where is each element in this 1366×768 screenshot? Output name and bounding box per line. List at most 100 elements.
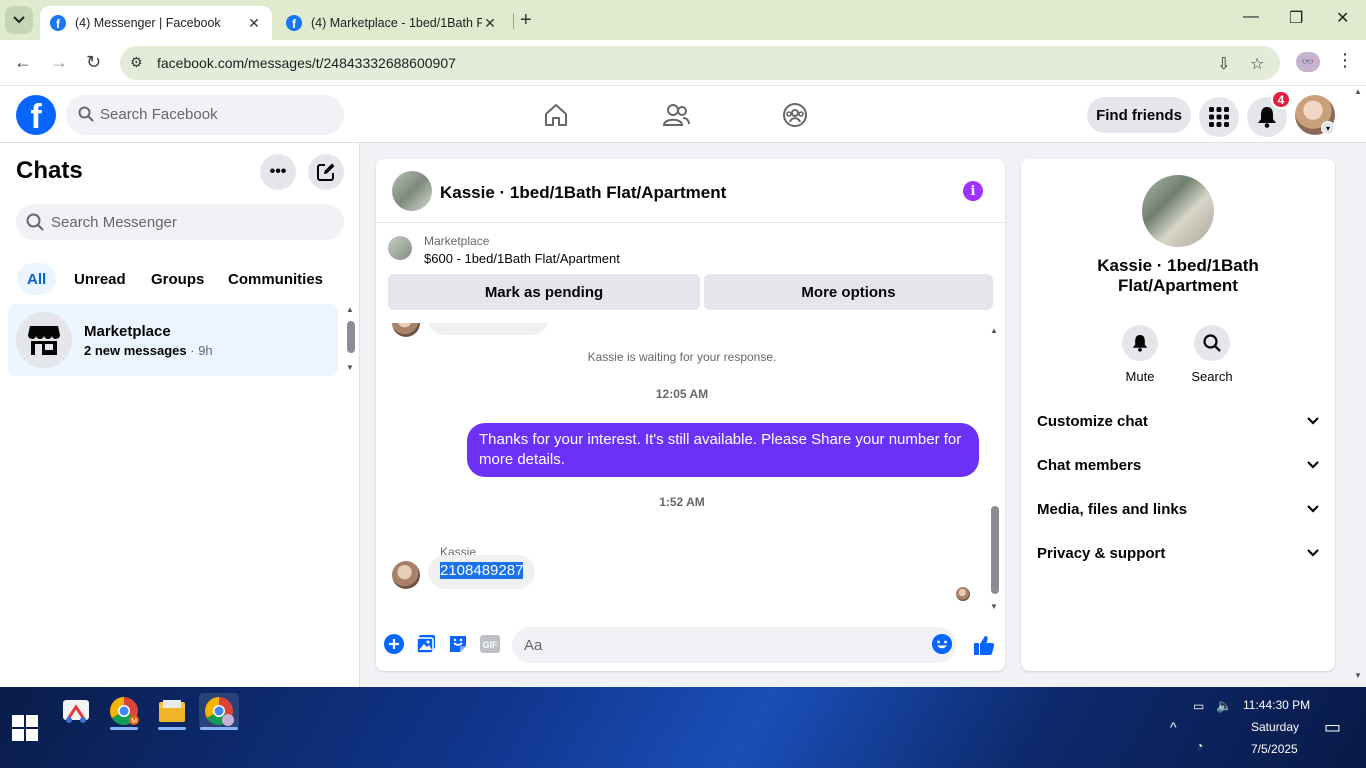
filter-unread[interactable]: Unread [64,263,136,295]
page-scrollbar[interactable]: ▲ ▼ [1352,87,1366,687]
browser-tab-bar: f (4) Messenger | Facebook ✕ f (4) Marke… [0,0,1366,40]
filter-all[interactable]: All [17,263,57,295]
conversation-title[interactable]: Kassie · 1bed/1Bath Flat/Apartment [440,183,726,203]
timestamp: 1:52 AM [659,495,705,509]
friends-nav-icon[interactable] [660,99,692,131]
scroll-up-arrow-icon[interactable]: ▲ [990,326,998,335]
chat-options-button[interactable]: ••• [260,154,296,190]
restore-button[interactable]: ❐ [1289,8,1303,28]
scrollbar-thumb[interactable] [347,321,355,353]
menu-button[interactable] [1199,97,1239,137]
customize-chat-section[interactable]: Customize chat [1037,401,1319,441]
scroll-down-arrow-icon[interactable]: ▼ [346,363,354,372]
notification-center-icon[interactable]: ▭ [1324,717,1341,738]
section-label: Media, files and links [1037,500,1188,518]
show-hidden-icons-chevron-icon[interactable]: ^ [1170,719,1177,735]
groups-nav-icon[interactable] [779,99,811,131]
scroll-down-arrow-icon[interactable]: ▼ [990,602,998,611]
reload-button[interactable]: ↻ [86,52,101,73]
address-bar[interactable]: ⚙ facebook.com/messages/t/24843332688600… [120,46,1280,80]
home-nav-icon[interactable] [540,99,572,131]
clock-time[interactable]: 11:44:30 PM [1243,698,1310,712]
close-tab-icon[interactable]: ✕ [246,15,262,32]
scroll-up-arrow-icon[interactable]: ▲ [1354,87,1362,96]
battery-icon[interactable]: ▭ [1193,699,1204,713]
snipping-tool-icon[interactable] [56,693,96,729]
browser-menu-icon[interactable]: ⋮ [1336,50,1354,71]
chat-members-section[interactable]: Chat members [1037,445,1319,485]
chevron-down-icon[interactable]: ▾ [1321,121,1335,135]
scrollbar-thumb[interactable] [991,506,999,594]
search-icon [78,106,94,122]
image-icon [416,635,435,654]
info-icon[interactable]: i [963,181,983,201]
sticker-button[interactable] [447,633,469,655]
install-app-icon[interactable]: ⇩ [1217,54,1230,74]
tab-search-button[interactable] [5,6,33,34]
privacy-support-section[interactable]: Privacy & support [1037,533,1319,573]
find-friends-button[interactable]: Find friends [1087,97,1191,133]
more-actions-button[interactable] [383,633,405,655]
listing-title[interactable]: $600 - 1bed/1Bath Flat/Apartment [424,251,620,266]
incoming-message-bubble[interactable]: 2108489287 [428,555,536,589]
contact-profile-picture[interactable] [1142,175,1214,247]
message-list: Kassie is waiting for your response. 12:… [376,323,1005,617]
mute-action[interactable]: Mute [1110,325,1170,384]
windows-start-icon[interactable] [12,715,38,741]
send-like-button[interactable] [972,633,996,657]
clock-date[interactable]: 7/5/2025 [1251,742,1298,756]
message-input[interactable]: Aa [512,627,956,663]
chat-list-item-marketplace[interactable]: Marketplace 2 new messages · 9h [8,304,338,376]
mark-as-pending-button[interactable]: Mark as pending [388,274,700,310]
emoji-icon[interactable] [932,634,952,654]
browser-tab-messenger[interactable]: f (4) Messenger | Facebook ✕ [40,6,272,40]
url-text[interactable]: facebook.com/messages/t/2484333268860090… [157,55,456,71]
chevron-down-icon [1307,505,1319,513]
contact-avatar[interactable] [392,171,432,211]
facebook-logo[interactable]: f [16,95,56,135]
gif-icon: GIF [480,635,500,653]
listing-thumbnail[interactable] [388,236,412,260]
filter-groups[interactable]: Groups [141,263,214,295]
selected-message-text[interactable]: 2108489287 [440,562,524,579]
file-explorer-icon[interactable] [152,693,192,729]
more-options-button[interactable]: More options [704,274,993,310]
messenger-search-input[interactable]: Search Messenger [16,204,344,240]
chrome-active-icon[interactable] [199,693,239,729]
back-button[interactable]: ← [14,52,32,73]
conversation-scrollbar[interactable]: ▲ ▼ [988,326,1002,614]
outgoing-message-bubble[interactable]: Thanks for your interest. It's still ava… [467,423,979,477]
site-settings-icon[interactable]: ⚙ [130,54,143,71]
bookmark-star-icon[interactable]: ☆ [1250,54,1264,74]
close-window-button[interactable]: ✕ [1336,8,1349,28]
attach-photo-button[interactable] [415,633,437,655]
running-indicator [110,727,138,730]
filter-communities[interactable]: Communities [218,263,333,295]
chrome-profile-m-icon[interactable]: M [104,693,144,729]
new-message-button[interactable] [308,154,344,190]
media-files-links-section[interactable]: Media, files and links [1037,489,1319,529]
volume-icon[interactable]: 🔈 [1216,698,1232,714]
scroll-down-arrow-icon[interactable]: ▼ [1354,671,1362,680]
network-icon[interactable]: ◔ [1196,739,1203,753]
message-bubble[interactable] [428,323,548,335]
close-tab-icon[interactable]: ✕ [482,15,498,32]
mute-button[interactable] [1122,325,1158,361]
browser-profile-icon[interactable]: 👓 [1296,52,1320,72]
preview-separator: · [186,343,199,358]
clock-day[interactable]: Saturday [1251,720,1299,734]
chat-list-scrollbar[interactable]: ▲ ▼ [344,305,356,373]
forward-button[interactable]: → [50,52,68,73]
facebook-search-input[interactable]: Search Facebook [66,95,344,135]
section-label: Privacy & support [1037,544,1166,562]
minimize-button[interactable]: — [1243,8,1259,26]
search-action[interactable]: Search [1182,325,1242,384]
tab-title: (4) Messenger | Facebook [75,16,221,30]
scroll-up-arrow-icon[interactable]: ▲ [346,305,354,314]
browser-tab-marketplace[interactable]: f (4) Marketplace - 1bed/1Bath F ✕ [276,6,508,40]
sender-avatar[interactable] [392,561,420,589]
search-in-conversation-button[interactable] [1194,325,1230,361]
new-tab-button[interactable]: + [520,9,532,32]
gif-button[interactable]: GIF [479,633,501,655]
chevron-down-icon [1307,549,1319,557]
